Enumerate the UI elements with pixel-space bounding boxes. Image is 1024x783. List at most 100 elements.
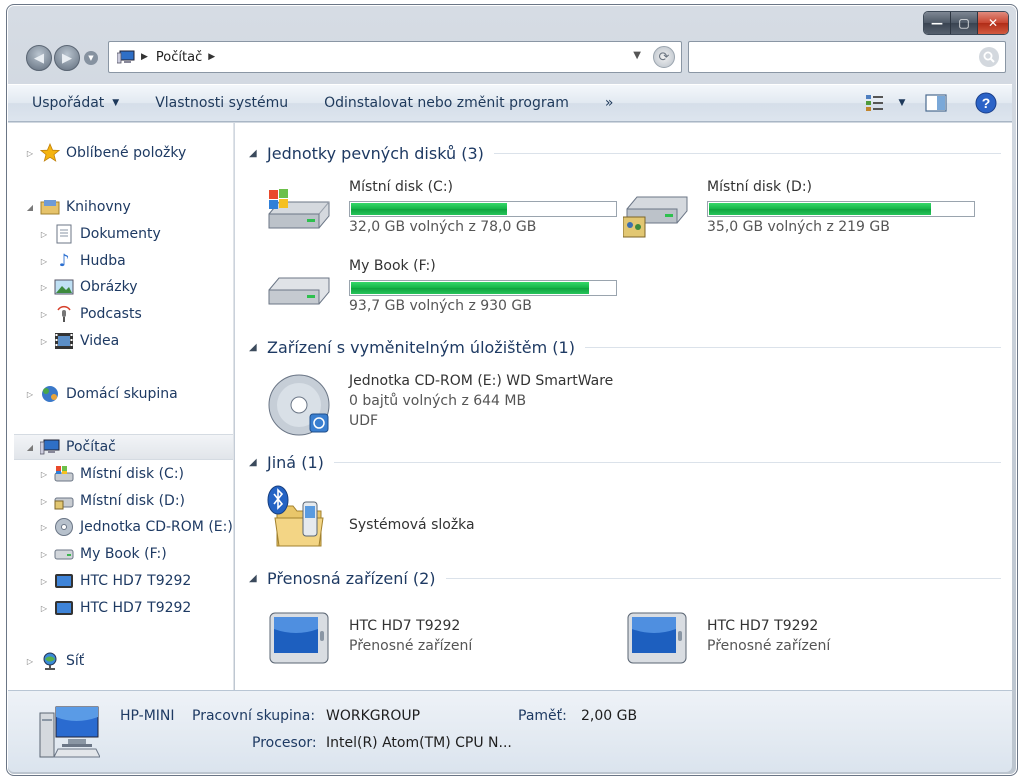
maximize-button[interactable]: ▢ <box>951 12 978 34</box>
change-view-button[interactable] <box>858 85 892 121</box>
group-hard-drives[interactable]: ◢ Jednotky pevných disků (3) <box>249 140 1001 166</box>
nav-htc-2[interactable]: ▷ HTC HD7 T9292 <box>38 595 233 621</box>
help-button[interactable]: ? <box>960 85 1012 121</box>
drive-usage-fill <box>351 282 589 294</box>
breadcrumb-computer[interactable]: Počítač <box>156 50 202 65</box>
collapse-group-icon[interactable]: ◢ <box>249 148 267 159</box>
drive-c-tile[interactable]: Místní disk (C:) 32,0 GB volných z 78,0 … <box>263 179 617 249</box>
system-properties-button[interactable]: Vlastnosti systému <box>137 85 306 121</box>
nav-pictures[interactable]: ▷ Obrázky <box>38 274 233 300</box>
expand-icon[interactable]: ▷ <box>38 550 50 559</box>
close-button[interactable]: ✕ <box>978 12 1008 34</box>
drive-icon <box>621 179 693 243</box>
back-arrow-icon: ◀ <box>34 50 44 66</box>
window-controls: — ▢ ✕ <box>923 11 1009 35</box>
system-folder-tile[interactable]: Systémová složka <box>263 485 613 555</box>
chevron-down-icon: ▼ <box>898 98 906 108</box>
breadcrumb-separator-icon[interactable]: ▶ <box>141 52 148 62</box>
nav-computer[interactable]: ◢ Počítač <box>14 434 233 460</box>
nav-cdrom[interactable]: ▷ Jednotka CD-ROM (E:) <box>38 514 233 540</box>
recent-pages-button[interactable]: ▼ <box>84 51 98 65</box>
collapse-group-icon[interactable]: ◢ <box>249 457 267 468</box>
nav-computer-label: Počítač <box>66 439 116 455</box>
more-label: » <box>604 95 614 111</box>
nav-drive-c[interactable]: ▷ Místní disk (C:) <box>38 461 233 487</box>
expand-icon[interactable]: ▷ <box>38 257 50 266</box>
expand-icon[interactable]: ▷ <box>24 657 36 666</box>
podcast-icon <box>54 304 74 324</box>
expand-icon[interactable]: ▷ <box>38 604 50 613</box>
forward-button[interactable]: ▶ <box>54 45 80 71</box>
search-icon[interactable] <box>979 47 999 67</box>
expand-icon[interactable]: ▷ <box>38 230 50 239</box>
nav-mybook[interactable]: ▷ My Book (F:) <box>38 541 233 567</box>
help-icon: ? <box>975 92 997 114</box>
nav-htc-1[interactable]: ▷ HTC HD7 T9292 <box>38 568 233 594</box>
memory-label: Paměť: <box>518 708 567 724</box>
collapse-group-icon[interactable]: ◢ <box>249 342 267 353</box>
cd-drive-icon <box>54 517 74 537</box>
chevron-down-icon: ▼ <box>112 98 120 108</box>
breadcrumb-chevron-icon[interactable]: ▶ <box>208 52 215 62</box>
expand-icon[interactable]: ▷ <box>38 283 50 292</box>
nav-podcasts[interactable]: ▷ Podcasts <box>38 301 233 327</box>
expand-icon[interactable]: ▷ <box>38 523 50 532</box>
expand-icon[interactable]: ▷ <box>38 470 50 479</box>
portable-device-icon <box>621 606 693 670</box>
more-commands-button[interactable]: » <box>587 85 632 121</box>
group-removable[interactable]: ◢ Zařízení s vyměnitelným úložištěm (1) <box>249 334 1001 360</box>
cdrom-tile[interactable]: Jednotka CD-ROM (E:) WD SmartWare 0 bajt… <box>263 373 613 439</box>
htc-device-tile-2[interactable]: HTC HD7 T9292 Přenosné zařízení <box>621 606 971 676</box>
drive-usage-bar <box>349 201 617 217</box>
windows-drive-icon <box>54 464 74 484</box>
refresh-button[interactable]: ⟳ <box>653 46 675 68</box>
portable-device-icon <box>54 598 74 618</box>
drive-name: Místní disk (D:) <box>707 179 813 195</box>
group-portable[interactable]: ◢ Přenosná zařízení (2) <box>249 565 1001 591</box>
computer-icon <box>117 50 135 64</box>
nav-videos[interactable]: ▷ Videa <box>38 328 233 354</box>
drive-d-tile[interactable]: Místní disk (D:) 35,0 GB volných z 219 G… <box>621 179 975 249</box>
minimize-button[interactable]: — <box>924 12 951 34</box>
expand-icon[interactable]: ▷ <box>38 577 50 586</box>
expand-icon[interactable]: ▷ <box>38 497 50 506</box>
video-icon <box>54 331 74 351</box>
nav-drive-d[interactable]: ▷ Místní disk (D:) <box>38 488 233 514</box>
group-other[interactable]: ◢ Jiná (1) <box>249 449 1001 475</box>
collapse-group-icon[interactable]: ◢ <box>249 573 267 584</box>
drive-name: Místní disk (C:) <box>349 179 454 195</box>
address-bar[interactable]: ▶ Počítač ▶ ▼ ⟳ <box>108 41 682 73</box>
organize-label: Uspořádat <box>32 95 105 111</box>
expand-icon[interactable]: ▷ <box>24 149 36 158</box>
preview-pane-button[interactable] <box>912 85 960 121</box>
address-dropdown-icon[interactable]: ▼ <box>633 50 641 61</box>
uninstall-program-button[interactable]: Odinstalovat nebo změnit program <box>306 85 587 121</box>
nav-favorites[interactable]: ▷ Oblíbené položky <box>24 140 233 166</box>
bluetooth-folder-icon <box>263 485 335 549</box>
search-box[interactable] <box>688 41 1006 73</box>
nav-libraries[interactable]: ◢ Knihovny <box>24 194 233 220</box>
expand-icon[interactable]: ▷ <box>38 310 50 319</box>
drive-f-tile[interactable]: My Book (F:) 93,7 GB volných z 930 GB <box>263 258 617 328</box>
view-icon <box>866 95 883 111</box>
nav-documents[interactable]: ▷ Dokumenty <box>38 221 233 247</box>
view-options-button[interactable]: ▼ <box>892 85 912 121</box>
nav-network[interactable]: ▷ Síť <box>24 648 233 674</box>
expand-icon[interactable]: ▷ <box>24 390 36 399</box>
nav-homegroup[interactable]: ▷ Domácí skupina <box>24 381 233 407</box>
htc-device-tile-1[interactable]: HTC HD7 T9292 Přenosné zařízení <box>263 606 613 676</box>
expand-icon[interactable]: ▷ <box>38 337 50 346</box>
computer-name: HP-MINI <box>120 708 175 724</box>
back-button[interactable]: ◀ <box>26 45 52 71</box>
collapse-icon[interactable]: ◢ <box>24 203 36 212</box>
collapse-icon[interactable]: ◢ <box>24 443 36 452</box>
cdrom-filesystem: UDF <box>349 413 379 429</box>
nav-documents-label: Dokumenty <box>80 226 161 242</box>
organize-menu[interactable]: Uspořádat ▼ <box>8 85 137 121</box>
drive-usage-bar <box>707 201 975 217</box>
drive-usage-fill <box>351 203 507 215</box>
group-title: Zařízení s vyměnitelným úložištěm (1) <box>267 337 575 357</box>
forward-arrow-icon: ▶ <box>62 50 72 66</box>
nav-music[interactable]: ▷ ♪ Hudba <box>38 248 233 274</box>
drive-name: My Book (F:) <box>349 258 436 274</box>
